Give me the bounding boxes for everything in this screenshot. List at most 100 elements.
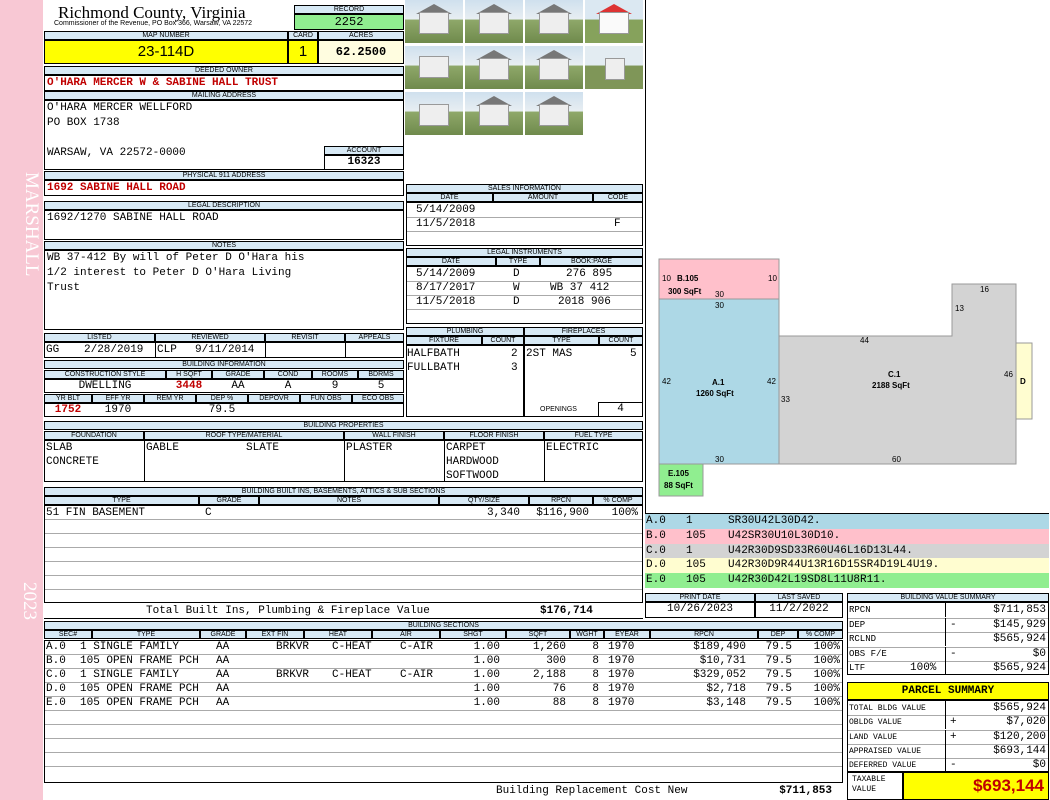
section-cell: 105 OPEN FRAME PCH xyxy=(80,697,199,709)
property-photo[interactable] xyxy=(405,0,463,43)
section-cell: 79.5 xyxy=(765,641,792,653)
vector-id: C.0 xyxy=(646,544,666,557)
legal-description: 1692/1270 SABINE HALL ROAD xyxy=(47,212,219,224)
section-cell: 79.5 xyxy=(765,669,792,681)
foundation: CONCRETE xyxy=(46,456,99,468)
floor-finish: CARPET xyxy=(446,442,486,454)
listed-by: GG xyxy=(46,344,60,356)
rem-yr-label: REM YR xyxy=(144,394,196,403)
fireplace-count: 5 xyxy=(630,348,637,360)
owner-label: DEEDED OWNER xyxy=(44,66,404,75)
builtins-col-grade: GRADE xyxy=(199,496,259,505)
mailing-line: WARSAW, VA 22572-0000 xyxy=(47,147,186,159)
builtins-total: $176,714 xyxy=(540,605,593,617)
section-cell: 100% xyxy=(813,669,840,681)
heated-sqft: 3448 xyxy=(175,380,203,392)
section-cell: 1970 xyxy=(608,683,635,695)
section-cell: 1970 xyxy=(608,655,635,667)
section-cell: 1.00 xyxy=(473,655,500,667)
section-cell: AA xyxy=(216,641,230,653)
section-cell: 1970 xyxy=(608,641,635,653)
vector-code: 1 xyxy=(686,544,693,557)
property-photo[interactable] xyxy=(585,46,643,89)
vector-code: 1 xyxy=(686,515,693,527)
col-divider xyxy=(945,743,946,758)
row-divider xyxy=(45,710,842,711)
sales-date: 5/14/2009 xyxy=(416,204,476,216)
roof-label: ROOF TYPE/MATERIAL xyxy=(144,431,344,440)
section-cell: 100% xyxy=(813,655,840,667)
section-cell: AA xyxy=(216,655,230,667)
property-photo[interactable] xyxy=(525,46,583,89)
parcel-value: $693,144 xyxy=(993,744,1046,757)
plumbing-col-fixture: FIXTURE xyxy=(406,336,482,345)
bvs-label: DEP xyxy=(849,619,866,630)
section-cell: 1.00 xyxy=(473,669,500,681)
property-photo[interactable] xyxy=(465,46,523,89)
sketch-dimension: 16 xyxy=(980,285,989,294)
vector-path: U42R30D9R44U13R16D15SR4D19L4U19. xyxy=(728,559,940,572)
section-cell: 100% xyxy=(813,697,840,709)
property-photo[interactable] xyxy=(465,92,523,135)
foundation: SLAB xyxy=(46,442,73,454)
section-cell: AA xyxy=(216,669,230,681)
parcel-sign: + xyxy=(950,716,957,729)
sections-col-header: WGHT xyxy=(570,630,604,639)
sections-col-header: SQFT xyxy=(506,630,570,639)
builtins-col-type: TYPE xyxy=(44,496,199,505)
sections-col-header: % COMP xyxy=(798,630,843,639)
depreciation-pct: 79.5 xyxy=(208,404,236,416)
section-cell: 2,188 xyxy=(532,669,566,681)
li-col-type: TYPE xyxy=(496,257,540,266)
grade-label: GRADE xyxy=(212,370,264,379)
sketch-dimension: 60 xyxy=(892,455,901,464)
bdrms-label: BDRMS xyxy=(358,370,404,379)
col-divider xyxy=(945,603,946,617)
sketch-dimension: 10 xyxy=(662,274,671,283)
sketch-label-a: A.1 xyxy=(712,378,725,387)
section-cell: 1.00 xyxy=(473,683,500,695)
col-divider xyxy=(945,729,946,744)
col-divider xyxy=(945,632,946,646)
property-photo[interactable] xyxy=(465,0,523,43)
section-cell: 79.5 xyxy=(765,697,792,709)
section-cell: 100% xyxy=(813,683,840,695)
property-photo[interactable] xyxy=(525,92,583,135)
bvs-label: RPCN xyxy=(849,605,871,615)
property-photo[interactable] xyxy=(405,46,463,89)
plumbing-fixture: HALFBATH xyxy=(407,348,460,360)
parcel-value: $7,020 xyxy=(1006,716,1046,729)
year-built: 1752 xyxy=(54,404,82,416)
acres-value: 62.2500 xyxy=(318,40,404,64)
sketch-dimension: 30 xyxy=(715,290,724,299)
col-divider xyxy=(945,715,946,730)
last-saved-date: 11/2/2022 xyxy=(755,602,843,618)
sales-code: F xyxy=(614,218,621,230)
sections-col-header: HEAT xyxy=(304,630,372,639)
property-photo[interactable] xyxy=(585,0,643,43)
row-divider xyxy=(45,738,842,739)
builtins-col-qty: QTY/SIZE xyxy=(439,496,529,505)
row-divider xyxy=(45,766,842,767)
li-col-date: DATE xyxy=(406,257,496,266)
sections-col-header: EXT FIN xyxy=(246,630,304,639)
sales-col-code: CODE xyxy=(593,193,643,202)
sketch-dimension: 13 xyxy=(955,304,964,313)
rcn-value: $711,853 xyxy=(779,785,832,797)
yr-blt-label: YR BLT xyxy=(44,394,92,403)
section-cell: 88 xyxy=(552,697,566,709)
li-date: 5/14/2009 xyxy=(416,268,476,280)
record-number: 2252 xyxy=(294,14,404,30)
property-photo[interactable] xyxy=(405,92,463,135)
sections-col-header: SEC# xyxy=(44,630,92,639)
fuel-type-label: FUEL TYPE xyxy=(544,431,643,440)
wall-finish-label: WALL FINISH xyxy=(344,431,444,440)
fuel-type: ELECTRIC xyxy=(546,442,599,454)
floor-finish: SOFTWOOD xyxy=(446,470,499,482)
sections-col-header: SHGT xyxy=(440,630,506,639)
li-type: W xyxy=(513,282,520,294)
property-photo[interactable] xyxy=(525,0,583,43)
taxable-label: TAXABLE VALUE xyxy=(852,775,886,794)
vector-code: 105 xyxy=(686,574,706,587)
section-cell: AA xyxy=(216,697,230,709)
